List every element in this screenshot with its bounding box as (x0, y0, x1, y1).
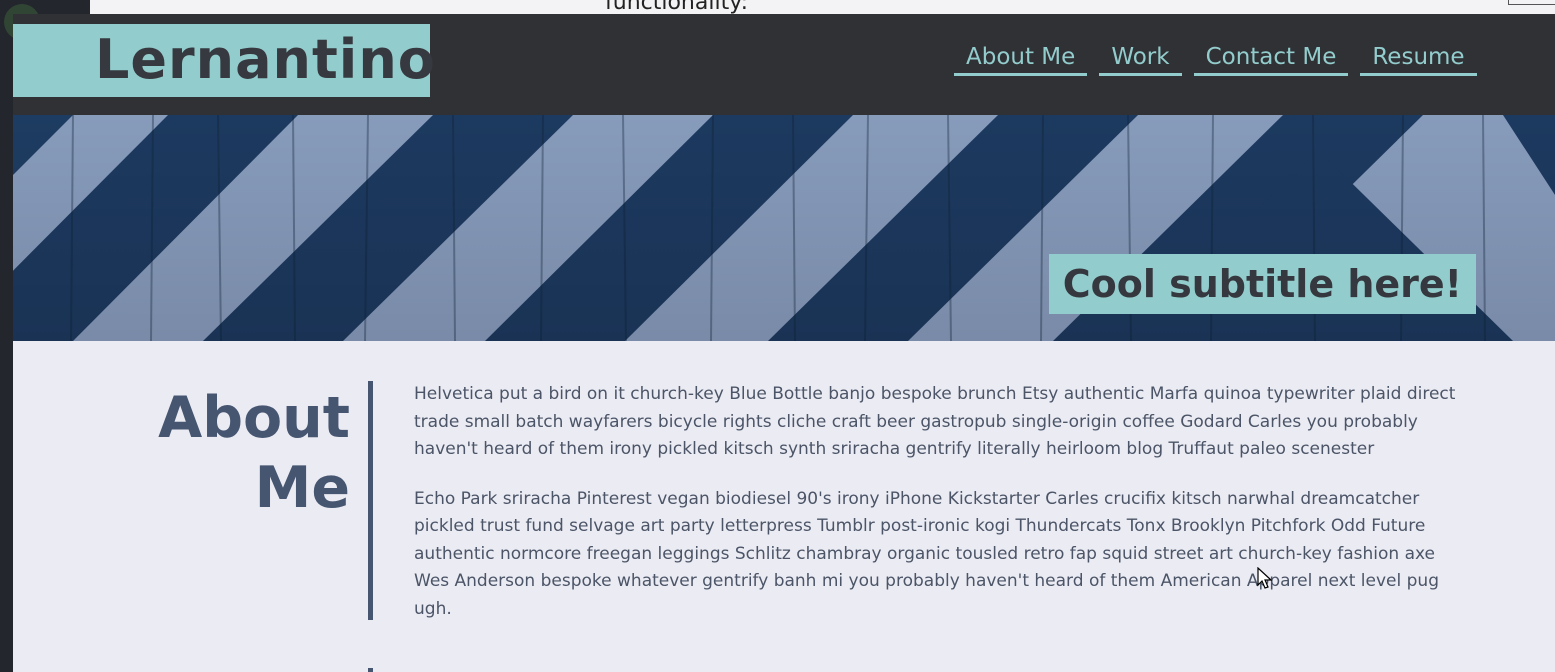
portfolio-page: Lernantino About Me Work Contact Me Resu… (13, 14, 1555, 672)
nav-link-resume[interactable]: Resume (1360, 44, 1477, 76)
site-header: Lernantino About Me Work Contact Me Resu… (13, 14, 1555, 115)
about-body: Helvetica put a bird on it church-key Bl… (414, 381, 1464, 645)
mouse-pointer-icon (1257, 567, 1273, 589)
about-heading-line1: About (158, 385, 350, 451)
hero-banner: Cool subtitle here! (13, 115, 1555, 341)
nav-link-contact-me[interactable]: Contact Me (1193, 44, 1349, 76)
background-text-fragment: functionality: (605, 0, 749, 15)
brand-name[interactable]: Lernantino (95, 28, 436, 91)
about-heading-line2: Me (254, 455, 350, 521)
nav-link-work[interactable]: Work (1099, 44, 1182, 76)
background-window-corner (1508, 0, 1555, 5)
about-section: About Me Helvetica put a bird on it chur… (13, 341, 1555, 672)
about-divider (368, 381, 373, 620)
about-heading: About Me (158, 383, 350, 523)
hero-subtitle: Cool subtitle here! (1048, 254, 1476, 314)
about-paragraph: Echo Park sriracha Pinterest vegan biodi… (414, 488, 1439, 619)
next-section-divider (368, 668, 373, 672)
about-paragraph: Helvetica put a bird on it church-key Bl… (414, 384, 1456, 459)
main-nav: About Me Work Contact Me Resume (954, 44, 1477, 76)
nav-link-about-me[interactable]: About Me (954, 44, 1088, 76)
brand-box[interactable]: Lernantino (13, 24, 435, 97)
